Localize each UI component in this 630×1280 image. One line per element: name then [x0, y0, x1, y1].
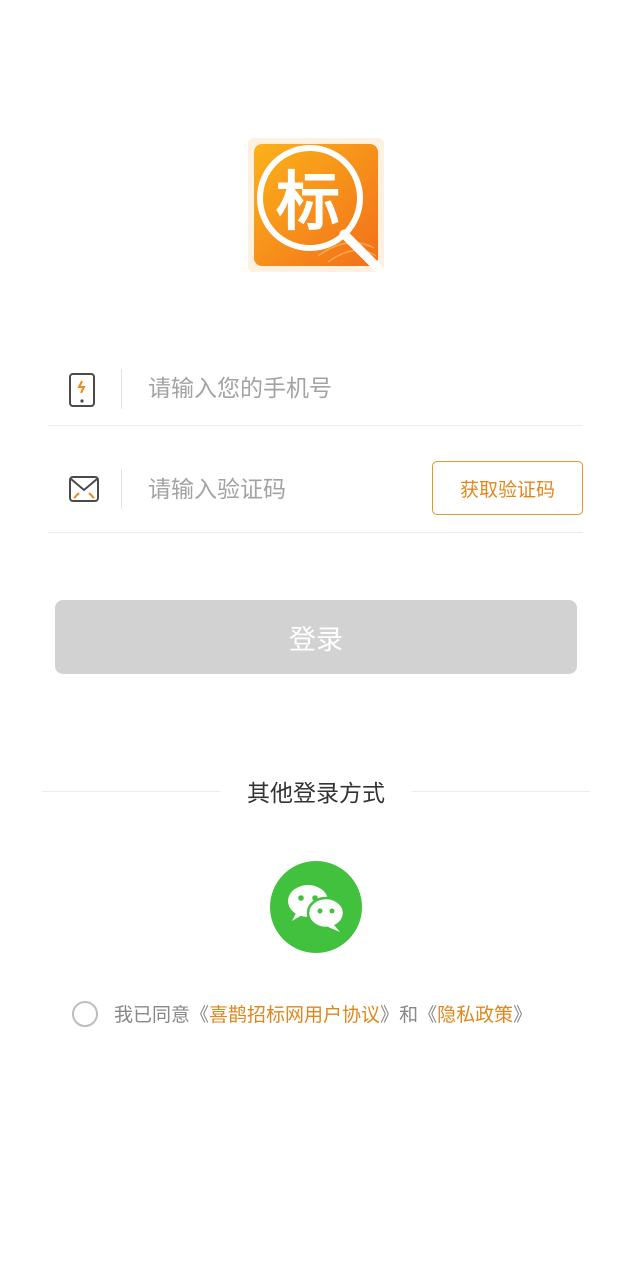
login-button[interactable]: 登录	[55, 600, 577, 674]
agreement-prefix: 我已同意	[114, 1004, 191, 1026]
agreement-conjunction: 和	[399, 1004, 419, 1026]
app-logo: 标	[248, 138, 384, 272]
divider-left	[42, 791, 220, 792]
privacy-close-bracket: 》	[513, 1004, 533, 1026]
phone-icon	[68, 372, 96, 412]
phone-field-divider	[121, 369, 122, 409]
code-input[interactable]	[148, 470, 418, 510]
phone-input[interactable]	[148, 369, 568, 409]
agreement-text: 我已同意《喜鹊招标网用户协议》和《隐私政策》	[114, 1000, 532, 1027]
divider-right	[412, 791, 590, 792]
privacy-open-bracket: 《	[418, 1004, 438, 1026]
privacy-policy-link[interactable]: 隐私政策	[437, 1004, 513, 1026]
agree-checkbox[interactable]	[72, 1001, 98, 1027]
agreement-close-bracket: 》	[380, 1004, 400, 1026]
logo-char: 标	[276, 166, 340, 240]
get-code-button[interactable]: 获取验证码	[432, 461, 583, 515]
agreement-open-bracket: 《	[190, 1004, 210, 1026]
code-field: 获取验证码	[48, 450, 583, 533]
phone-field	[48, 350, 583, 426]
other-login-title: 其他登录方式	[247, 781, 385, 807]
mail-icon	[68, 475, 100, 507]
user-agreement-link[interactable]: 喜鹊招标网用户协议	[209, 1004, 380, 1026]
code-field-divider	[121, 469, 122, 509]
wechat-login-button[interactable]	[270, 861, 362, 953]
wechat-icon	[288, 885, 346, 932]
